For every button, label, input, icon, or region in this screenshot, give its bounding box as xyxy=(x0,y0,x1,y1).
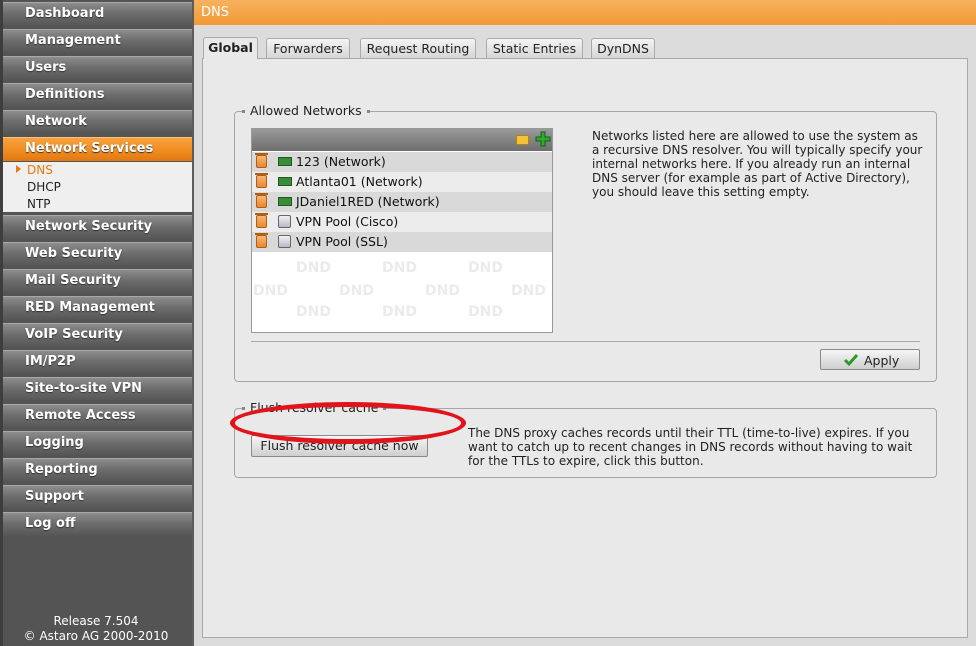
dnd-watermark: DND xyxy=(382,304,417,320)
tab-static-entries[interactable]: Static Entries xyxy=(486,38,583,58)
sidebar: Dashboard Management Users Definitions N… xyxy=(0,0,192,646)
trash-icon[interactable] xyxy=(255,153,268,168)
list-item[interactable]: VPN Pool (Cisco) xyxy=(252,212,552,232)
list-item[interactable]: JDaniel1RED (Network) xyxy=(252,192,552,212)
allowed-networks-list[interactable]: 123 (Network) Atlanta01 (Network) JDanie… xyxy=(251,128,553,333)
sidebar-item-mail-security[interactable]: Mail Security xyxy=(3,269,192,293)
legend-dot xyxy=(383,407,386,410)
network-icon xyxy=(278,197,292,206)
sidebar-item-logging[interactable]: Logging xyxy=(3,431,192,455)
content-area: Global Forwarders Request Routing Static… xyxy=(194,25,976,646)
submenu-item-ntp[interactable]: NTP xyxy=(27,197,51,211)
sidebar-item-management[interactable]: Management xyxy=(3,29,192,53)
flush-resolver-cache-button[interactable]: Flush resolver cache now xyxy=(251,435,428,457)
trash-icon[interactable] xyxy=(255,233,268,248)
tab-forwarders[interactable]: Forwarders xyxy=(266,38,350,58)
trash-icon[interactable] xyxy=(255,213,268,228)
checkmark-icon xyxy=(843,352,859,368)
apply-button[interactable]: Apply xyxy=(820,349,920,370)
list-item-label: JDaniel1RED (Network) xyxy=(296,194,440,209)
dnd-watermark: DND xyxy=(339,283,374,299)
sidebar-item-network-services[interactable]: Network Services xyxy=(3,137,192,161)
add-icon[interactable] xyxy=(535,131,551,147)
apply-button-label: Apply xyxy=(864,353,900,368)
list-item-label: VPN Pool (Cisco) xyxy=(296,214,399,229)
copyright: © Astaro AG 2000-2010 xyxy=(23,629,169,643)
dnd-watermark: DND xyxy=(468,304,503,320)
vpn-pool-icon xyxy=(278,215,291,228)
legend-dot xyxy=(367,110,370,113)
submenu-item-dhcp[interactable]: DHCP xyxy=(27,180,61,194)
vpn-pool-icon xyxy=(278,235,291,248)
trash-icon[interactable] xyxy=(255,193,268,208)
network-icon xyxy=(278,177,292,186)
page-title: DNS xyxy=(194,0,976,25)
allowed-networks-description: Networks listed here are allowed to use … xyxy=(592,129,923,199)
sidebar-item-web-security[interactable]: Web Security xyxy=(3,242,192,266)
submenu-item-dns[interactable]: DNS xyxy=(27,163,53,177)
sidebar-submenu: DNS DHCP NTP xyxy=(3,162,192,212)
dnd-watermark: DND xyxy=(296,260,331,276)
dnd-watermark: DND xyxy=(468,260,503,276)
list-item-label: 123 (Network) xyxy=(296,154,386,169)
list-item-label: VPN Pool (SSL) xyxy=(296,234,388,249)
allowed-networks-legend: Allowed Networks xyxy=(245,103,367,118)
dnd-watermark: DND xyxy=(296,304,331,320)
current-item-arrow-icon xyxy=(16,165,21,173)
folder-icon[interactable] xyxy=(516,135,529,145)
sidebar-item-dashboard[interactable]: Dashboard xyxy=(3,2,192,26)
dnd-watermark: DND xyxy=(425,283,460,299)
list-item[interactable]: 123 (Network) xyxy=(252,152,552,172)
dnd-watermark: DND xyxy=(511,283,546,299)
sidebar-item-red-management[interactable]: RED Management xyxy=(3,296,192,320)
sidebar-item-support[interactable]: Support xyxy=(3,485,192,509)
flush-resolver-cache-description: The DNS proxy caches records until their… xyxy=(468,426,913,468)
sidebar-item-network-security[interactable]: Network Security xyxy=(3,215,192,239)
sidebar-item-log-off[interactable]: Log off xyxy=(3,512,192,536)
sidebar-item-users[interactable]: Users xyxy=(3,56,192,80)
allowed-networks-section: Allowed Networks 123 (Network) Atlanta01… xyxy=(234,103,937,382)
list-item[interactable]: Atlanta01 (Network) xyxy=(252,172,552,192)
list-item[interactable]: VPN Pool (SSL) xyxy=(252,232,552,252)
trash-icon[interactable] xyxy=(255,173,268,188)
release-version: Release 7.504 xyxy=(53,614,139,628)
sidebar-item-reporting[interactable]: Reporting xyxy=(3,458,192,482)
dnd-watermark: DND xyxy=(253,283,288,299)
sidebar-item-voip-security[interactable]: VoIP Security xyxy=(3,323,192,347)
divider xyxy=(251,341,920,342)
sidebar-item-remote-access[interactable]: Remote Access xyxy=(3,404,192,428)
sidebar-item-definitions[interactable]: Definitions xyxy=(3,83,192,107)
flush-resolver-cache-legend: Flush resolver cache xyxy=(245,400,384,415)
tab-request-routing[interactable]: Request Routing xyxy=(360,38,476,58)
tab-dyndns[interactable]: DynDNS xyxy=(591,38,655,58)
tab-global[interactable]: Global xyxy=(203,37,258,59)
sidebar-item-site-to-site-vpn[interactable]: Site-to-site VPN xyxy=(3,377,192,401)
tab-panel-global: Allowed Networks 123 (Network) Atlanta01… xyxy=(202,58,968,638)
list-header xyxy=(252,129,552,151)
dnd-watermark: DND xyxy=(382,260,417,276)
sidebar-item-im-p2p[interactable]: IM/P2P xyxy=(3,350,192,374)
list-item-label: Atlanta01 (Network) xyxy=(296,174,423,189)
sidebar-item-network[interactable]: Network xyxy=(3,110,192,134)
flush-resolver-cache-section: Flush resolver cache Flush resolver cach… xyxy=(234,400,937,478)
network-icon xyxy=(278,157,292,166)
